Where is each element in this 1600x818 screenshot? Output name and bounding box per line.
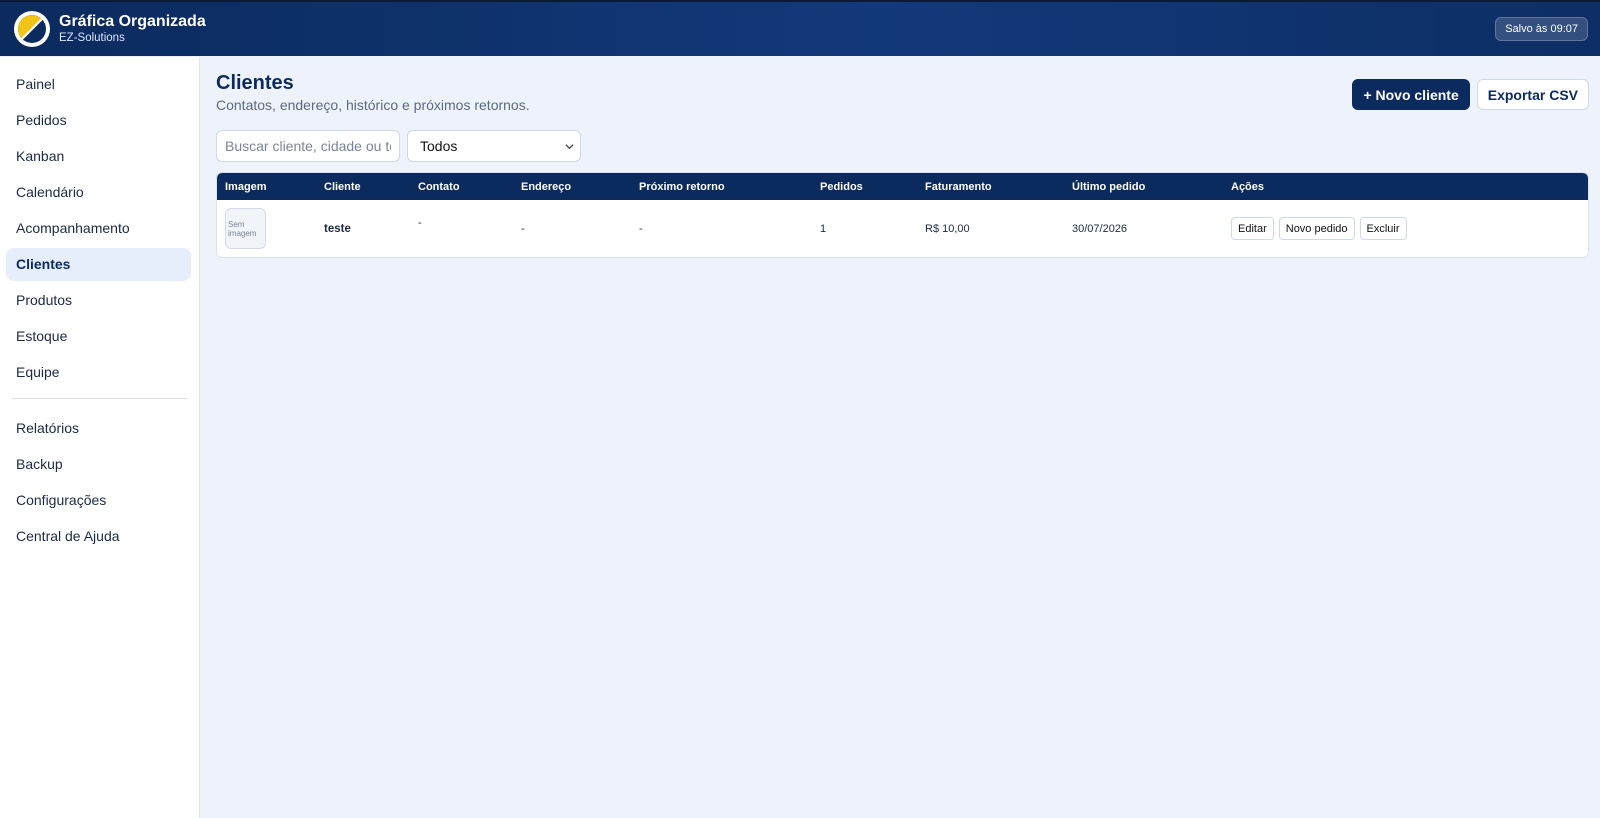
status-filter-value: Todos [420, 138, 458, 154]
sidebar-item-backup[interactable]: Backup [6, 448, 191, 481]
cell-endereco: - [521, 222, 525, 235]
client-image-placeholder: Sem imagem [225, 208, 266, 249]
sidebar-item-painel[interactable]: Painel [6, 68, 191, 101]
sidebar-item-central-de-ajuda[interactable]: Central de Ajuda [6, 520, 191, 553]
edit-button[interactable]: Editar [1231, 217, 1274, 240]
sidebar-item-calendario[interactable]: Calendário [6, 176, 191, 209]
sidebar-primary-nav: Painel Pedidos Kanban Calendário Acompan… [0, 57, 199, 389]
cell-faturamento: R$ 10,00 [925, 222, 970, 235]
sidebar: Painel Pedidos Kanban Calendário Acompan… [0, 57, 200, 818]
status-filter-select[interactable]: Todos [407, 130, 581, 162]
main-content: Clientes Contatos, endereço, histórico e… [200, 57, 1600, 818]
app-title: Gráfica Organizada [59, 13, 206, 30]
clients-table: Imagem Cliente Contato Endereço Próximo … [216, 172, 1589, 258]
sidebar-item-estoque[interactable]: Estoque [6, 320, 191, 353]
new-client-button[interactable]: + Novo cliente [1352, 79, 1470, 110]
sidebar-item-clientes[interactable]: Clientes [6, 248, 191, 281]
filters-bar: Todos [216, 130, 1589, 162]
delete-button[interactable]: Excluir [1359, 217, 1407, 240]
cell-ultimo-pedido: 30/07/2026 [1072, 222, 1128, 235]
row-actions: Editar Novo pedido Excluir [1231, 217, 1588, 240]
column-header-contato: Contato [418, 180, 460, 193]
sidebar-item-kanban[interactable]: Kanban [6, 140, 191, 173]
search-input[interactable] [216, 130, 400, 162]
top-header: Gráfica Organizada EZ-Solutions Salvo às… [0, 0, 1600, 56]
cell-proximo-retorno: - [639, 222, 643, 235]
page-actions: + Novo cliente Exportar CSV [1352, 79, 1589, 110]
export-csv-button[interactable]: Exportar CSV [1476, 79, 1589, 110]
new-order-button[interactable]: Novo pedido [1278, 217, 1355, 240]
sidebar-item-acompanhamento[interactable]: Acompanhamento [6, 212, 191, 245]
chevron-down-icon [565, 144, 574, 150]
sidebar-item-relatorios[interactable]: Relatórios [6, 412, 191, 445]
column-header-endereco: Endereço [521, 180, 572, 193]
sidebar-item-pedidos[interactable]: Pedidos [6, 104, 191, 137]
sidebar-item-equipe[interactable]: Equipe [6, 356, 191, 389]
column-header-pedidos: Pedidos [820, 180, 863, 193]
half-moon-logo-icon [18, 15, 46, 43]
column-header-faturamento: Faturamento [925, 180, 992, 193]
sidebar-secondary-nav: Relatórios Backup Configurações Central … [0, 412, 199, 553]
table-header: Imagem Cliente Contato Endereço Próximo … [217, 173, 1588, 200]
cell-cliente: teste [324, 222, 351, 235]
sidebar-item-produtos[interactable]: Produtos [6, 284, 191, 317]
column-header-cliente: Cliente [324, 180, 361, 193]
saved-status-badge: Salvo às 09:07 [1495, 17, 1588, 41]
cell-pedidos: 1 [820, 222, 827, 235]
app-logo-icon [14, 11, 50, 47]
column-header-ultimo-pedido: Último pedido [1072, 180, 1146, 193]
cell-contato: - [418, 216, 422, 229]
table-row: Sem imagem teste - - - 1 R$ 10,00 30/07/… [217, 200, 1588, 257]
brand: Gráfica Organizada EZ-Solutions [59, 12, 206, 46]
sidebar-divider [12, 398, 187, 399]
column-header-proximo-retorno: Próximo retorno [639, 180, 725, 193]
sidebar-item-configuracoes[interactable]: Configurações [6, 484, 191, 517]
column-header-imagem: Imagem [225, 180, 267, 193]
column-header-acoes: Ações [1231, 180, 1265, 193]
app-subtitle: EZ-Solutions [59, 32, 125, 44]
